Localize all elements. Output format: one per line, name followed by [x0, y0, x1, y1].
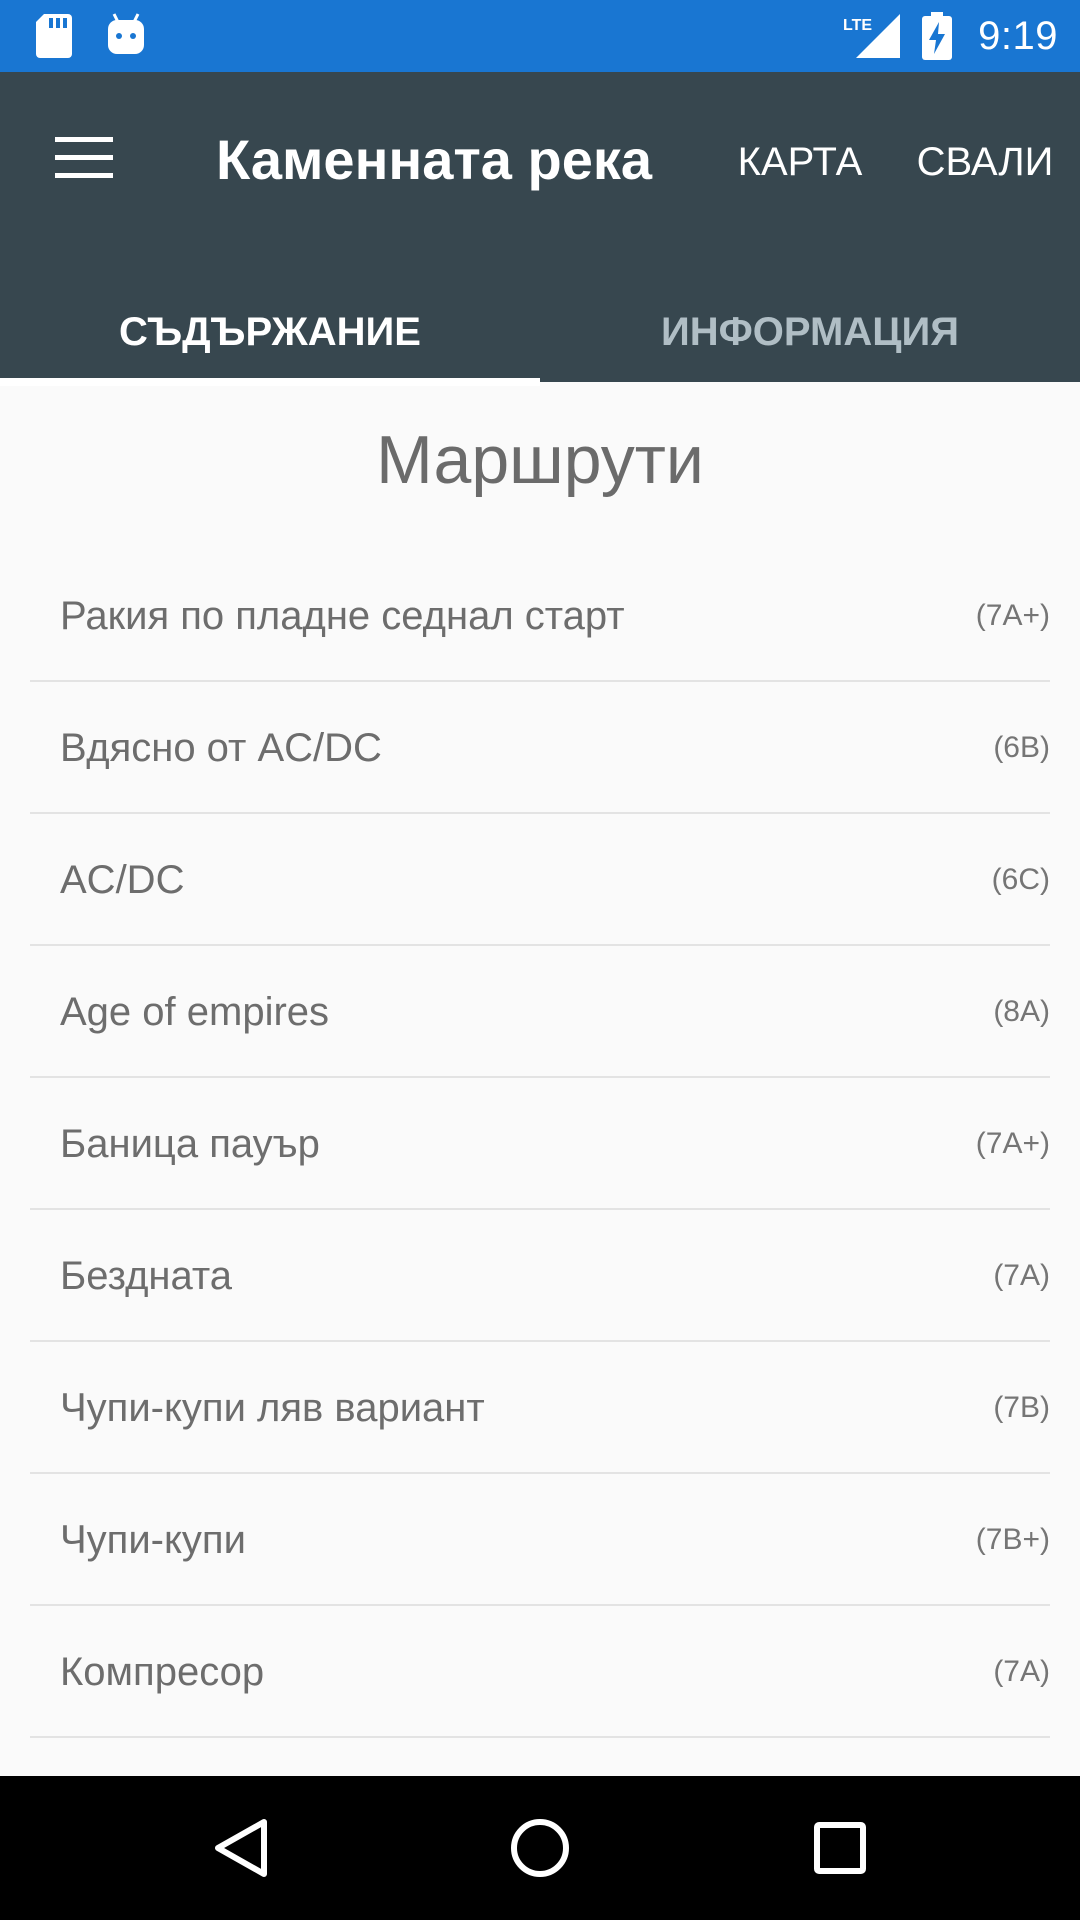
route-item[interactable]: Age of empires (8A) [30, 946, 1050, 1078]
route-grade: (7B+) [975, 1523, 1050, 1556]
app-title: Каменната река [216, 128, 653, 191]
tab-information[interactable]: ИНФОРМАЦИЯ [540, 282, 1080, 382]
lte-label: LTE [843, 17, 872, 34]
tab-contents[interactable]: СЪДЪРЖАНИЕ [0, 282, 540, 382]
route-grade: (6C) [991, 863, 1050, 896]
route-name: AC/DC [60, 858, 185, 902]
battery-charging-icon [922, 12, 952, 65]
route-grade: (7A+) [975, 599, 1050, 632]
android-debug-icon [106, 12, 146, 61]
navigation-bar [0, 1776, 1080, 1920]
route-name: Чупи-купи ляв вариант [60, 1386, 485, 1430]
route-item[interactable]: Чупи-купи (7B+) [30, 1474, 1050, 1606]
route-item[interactable]: Компресор (7A) [30, 1606, 1050, 1738]
section-title: Маршрути [376, 422, 704, 498]
map-button[interactable]: КАРТА [720, 132, 880, 192]
route-name: Чупи-купи [60, 1518, 246, 1562]
home-circle-icon[interactable] [490, 1798, 590, 1898]
route-name: Ракия по пладне седнал старт [60, 594, 625, 638]
route-name: Бездната [60, 1254, 232, 1298]
download-button[interactable]: СВАЛИ [900, 132, 1070, 192]
recents-square-icon[interactable] [790, 1798, 890, 1898]
app-bar: Каменната река КАРТА СВАЛИ СЪДЪРЖАНИЕ ИН… [0, 72, 1080, 386]
route-grade: (7A) [993, 1259, 1050, 1292]
route-item[interactable]: Вдясно от AC/DC (6B) [30, 682, 1050, 814]
route-item[interactable]: Бездната (7A) [30, 1210, 1050, 1342]
route-name: Age of empires [60, 990, 330, 1034]
route-item[interactable]: Баница пауър (7A+) [30, 1078, 1050, 1210]
lte-signal-icon: LTE [842, 12, 900, 65]
route-grade: (6B) [993, 731, 1050, 764]
sd-card-icon [36, 14, 72, 63]
route-name: Компресор [60, 1650, 265, 1694]
tab-indicator [0, 378, 540, 386]
back-triangle-icon[interactable] [190, 1798, 290, 1898]
route-item[interactable]: Чупи-купи ляв вариант (7B) [30, 1342, 1050, 1474]
route-name: Баница пауър [60, 1122, 320, 1166]
route-list: Ракия по пладне седнал старт (7A+) Вдясн… [30, 550, 1050, 1738]
hamburger-menu-icon[interactable] [40, 114, 128, 202]
status-bar: LTE 9:19 [0, 0, 1080, 72]
route-grade: (7A+) [975, 1127, 1050, 1160]
route-grade: (7B) [993, 1391, 1050, 1424]
route-grade: (8A) [993, 995, 1050, 1028]
status-time: 9:19 [978, 14, 1058, 58]
route-grade: (7A) [993, 1655, 1050, 1688]
route-name: Вдясно от AC/DC [60, 726, 382, 770]
route-item[interactable]: AC/DC (6C) [30, 814, 1050, 946]
route-item[interactable]: Ракия по пладне седнал старт (7A+) [30, 550, 1050, 682]
